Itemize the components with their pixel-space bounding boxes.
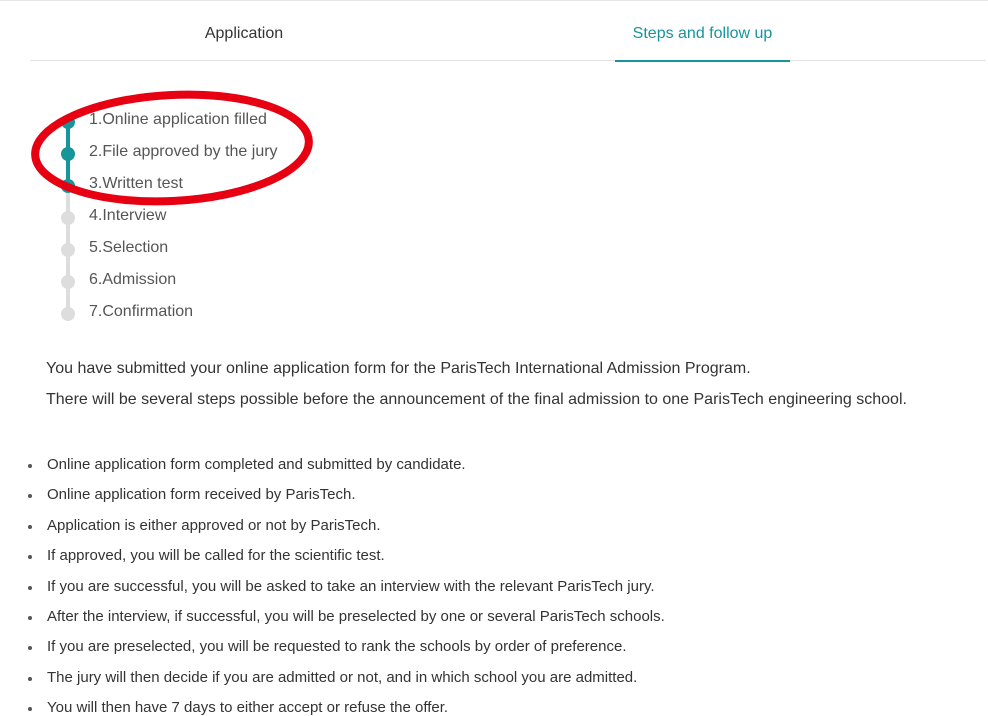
list-item: If you are preselected, you will be requ… [24, 632, 984, 662]
list-item: Online application form completed and su… [24, 450, 984, 480]
list-item: Application is either approved or not by… [24, 511, 984, 541]
step-pending-dot-icon [61, 243, 75, 257]
step-interview: 4.Interview [58, 202, 358, 230]
step-label: 1.Online application filled [89, 111, 267, 128]
application-page: Application Steps and follow up 1.Online… [0, 0, 988, 716]
step-label: 7.Confirmation [89, 303, 194, 320]
tab-bar: Application Steps and follow up [30, 1, 986, 62]
intro-text: You have submitted your online applicati… [46, 353, 986, 415]
step-label: 2.File approved by the jury [89, 143, 278, 160]
step-label: 5.Selection [89, 239, 169, 256]
step-written-test: 3.Written test [58, 170, 358, 198]
intro-paragraph: There will be several steps possible bef… [46, 391, 907, 408]
step-label: 4.Interview [89, 207, 167, 224]
tab-steps-and-follow-up[interactable]: Steps and follow up [615, 1, 790, 62]
step-pending-dot-icon [61, 275, 75, 289]
list-item: The jury will then decide if you are adm… [24, 663, 984, 693]
step-confirmation: 7.Confirmation [58, 298, 358, 326]
step-pending-dot-icon [61, 211, 75, 225]
progress-stepper: 1.Online application filled 2.File appro… [58, 106, 358, 326]
step-label: 6.Admission [89, 271, 177, 288]
step-selection: 5.Selection [58, 234, 358, 262]
list-item: You will then have 7 days to either acce… [24, 693, 984, 716]
step-label: 3.Written test [89, 175, 183, 192]
list-item: If approved, you will be called for the … [24, 541, 984, 571]
step-completed-dot-icon [61, 115, 75, 129]
step-file-approved: 2.File approved by the jury [58, 138, 358, 166]
list-item: If you are successful, you will be asked… [24, 572, 984, 602]
list-item: Online application form received by Pari… [24, 480, 984, 510]
step-completed-dot-icon [61, 179, 75, 193]
intro-paragraph: You have submitted your online applicati… [46, 360, 751, 377]
tab-application[interactable]: Application [180, 1, 308, 61]
step-completed-dot-icon [61, 147, 75, 161]
process-steps-list: Online application form completed and su… [24, 450, 984, 716]
step-online-application: 1.Online application filled [58, 106, 358, 134]
step-admission: 6.Admission [58, 266, 358, 294]
step-pending-dot-icon [61, 307, 75, 321]
list-item: After the interview, if successful, you … [24, 602, 984, 632]
